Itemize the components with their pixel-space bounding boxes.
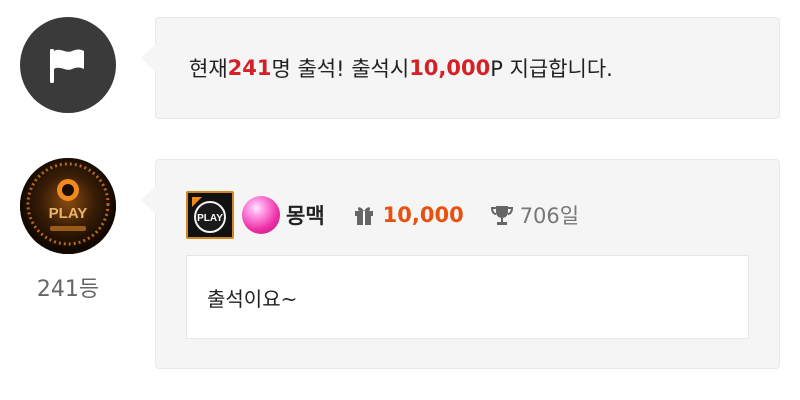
attendance-comment: PLAY 몽맥 10,000 706일 출석이요~	[141, 159, 780, 369]
notice-flag-badge	[20, 17, 116, 113]
reward-points: 10,000	[409, 56, 491, 80]
level-badge-graphic: PLAY	[192, 197, 226, 233]
attendance-notice: 현재 241 명 출석! 출석시 10,000 P 지급합니다.	[141, 17, 780, 119]
pink-ball-icon	[242, 196, 280, 234]
level-badge-text: PLAY	[197, 213, 223, 224]
gift-icon	[354, 207, 373, 225]
comment-text: 출석이요~	[207, 286, 298, 311]
flag-icon	[50, 49, 84, 83]
play-level-badge: PLAY	[186, 191, 234, 239]
user-points: 10,000	[382, 203, 464, 227]
notice-middle: 명 출석! 출석시	[271, 57, 410, 81]
attendance-count: 241	[227, 56, 272, 80]
points-group: 10,000	[353, 203, 464, 227]
attendance-days: 706일	[519, 204, 580, 228]
notice-message: 현재 241 명 출석! 출석시 10,000 P 지급합니다.	[189, 18, 613, 118]
attendance-rank: 241등	[36, 277, 100, 302]
streak-group: 706일	[490, 200, 579, 230]
notice-suffix: P 지급합니다.	[490, 57, 613, 81]
user-nickname[interactable]: 몽맥	[286, 200, 325, 230]
notice-prefix: 현재	[189, 57, 228, 81]
play-logo-avatar: PLAY	[20, 158, 116, 254]
user-avatar[interactable]: PLAY	[20, 158, 116, 254]
trophy-icon	[490, 206, 513, 225]
comment-box: 출석이요~	[186, 255, 749, 339]
comment-meta: PLAY 몽맥 10,000 706일	[186, 190, 579, 240]
avatar-logo-text: PLAY	[49, 205, 88, 222]
